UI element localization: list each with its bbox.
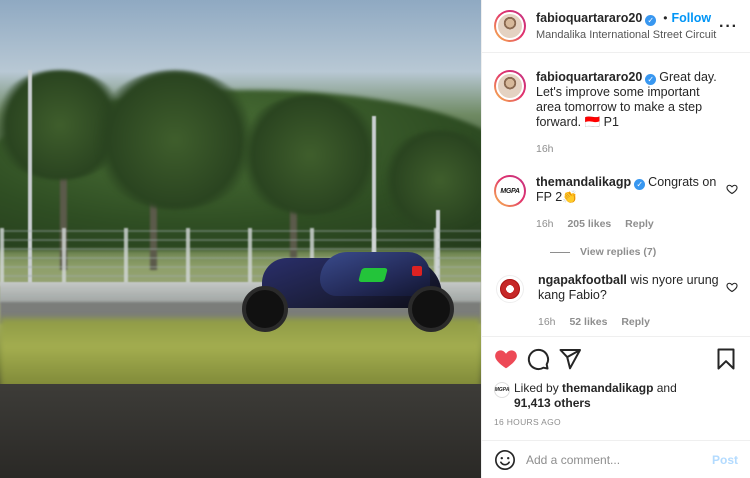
comment-input[interactable] bbox=[526, 452, 696, 467]
emoji-icon[interactable] bbox=[494, 449, 516, 471]
heart-outline-icon[interactable] bbox=[726, 281, 738, 293]
author-avatar[interactable] bbox=[494, 10, 526, 42]
commenter-avatar[interactable] bbox=[496, 275, 524, 303]
post-sidebar: fabioquartararo20 ✓ • Follow Mandalika Inte… bbox=[481, 0, 750, 478]
author-username[interactable]: fabioquartararo20 bbox=[536, 11, 642, 25]
post-actions: MGPA Liked by themandalikagp and 91,413 … bbox=[482, 336, 750, 427]
more-horizontal-icon[interactable]: ··· bbox=[719, 18, 738, 36]
liked-by-user[interactable]: themandalikagp bbox=[562, 381, 653, 395]
verified-badge-icon: ✓ bbox=[645, 74, 657, 85]
comment-item: ngapakfootball wis nyore urung kang Fabi… bbox=[494, 273, 738, 330]
caption: fabioquartararo20 ✓ Great day. Let's impro… bbox=[494, 70, 738, 157]
liked-by: MGPA Liked by themandalikagp and 91,413 … bbox=[494, 381, 738, 411]
comment-likes[interactable]: 52 likes bbox=[569, 316, 607, 328]
comment-username[interactable]: ngapakfootball bbox=[538, 273, 627, 287]
caption-avatar[interactable] bbox=[494, 70, 526, 102]
comment-item: MGPA themandalikagp ✓ Congrats on FP 2👏 16… bbox=[494, 175, 738, 232]
caption-username[interactable]: fabioquartararo20 bbox=[536, 70, 642, 84]
comments-list[interactable]: fabioquartararo20 ✓ Great day. Let's impro… bbox=[482, 54, 750, 336]
reply-button[interactable]: Reply bbox=[625, 218, 654, 230]
post-timestamp[interactable]: 16 HOURS AGO bbox=[494, 417, 738, 427]
rear-wheel bbox=[242, 286, 288, 332]
action-icons bbox=[494, 347, 738, 371]
motorcycle-rider bbox=[242, 252, 458, 332]
instagram-post: fabioquartararo20 ✓ • Follow Mandalika Inte… bbox=[0, 0, 750, 478]
heart-filled-icon[interactable] bbox=[494, 347, 518, 371]
comment-username[interactable]: themandalikagp bbox=[536, 175, 631, 189]
photo-palm bbox=[235, 95, 385, 215]
verified-badge-icon: ✓ bbox=[634, 179, 646, 190]
post-comment-button[interactable]: Post bbox=[712, 453, 738, 467]
share-icon[interactable] bbox=[558, 347, 582, 371]
replies-line bbox=[550, 251, 570, 253]
comment-icon[interactable] bbox=[526, 347, 550, 371]
comment-time[interactable]: 16h bbox=[538, 316, 556, 328]
separator-dot: • bbox=[663, 10, 668, 25]
liked-by-prefix: Liked by bbox=[514, 381, 559, 395]
follow-button[interactable]: Follow bbox=[671, 11, 711, 25]
photo-palm bbox=[90, 70, 260, 210]
photo-grass bbox=[0, 318, 481, 390]
front-wheel bbox=[408, 286, 454, 332]
post-location[interactable]: Mandalika International Street Circuit bbox=[536, 27, 716, 43]
reply-button[interactable]: Reply bbox=[621, 316, 650, 328]
liked-by-and: and bbox=[656, 381, 677, 395]
header-meta: fabioquartararo20 ✓ • Follow Mandalika Inte… bbox=[536, 10, 716, 43]
view-replies-label[interactable]: View replies (7) bbox=[580, 246, 656, 258]
view-replies-button[interactable]: View replies (7) bbox=[550, 246, 738, 258]
monster-logo bbox=[358, 268, 388, 282]
heart-outline-icon[interactable] bbox=[726, 183, 738, 195]
photo-tarmac bbox=[0, 384, 481, 478]
verified-badge-icon: ✓ bbox=[645, 14, 657, 26]
comment-likes[interactable]: 205 likes bbox=[567, 218, 611, 230]
post-photo[interactable] bbox=[0, 0, 481, 478]
red-decal bbox=[412, 266, 422, 276]
liked-by-avatar[interactable]: MGPA bbox=[494, 382, 510, 398]
bookmark-icon[interactable] bbox=[714, 347, 738, 371]
post-header: fabioquartararo20 ✓ • Follow Mandalika Inte… bbox=[482, 0, 750, 53]
likes-count[interactable]: 91,413 others bbox=[514, 396, 591, 410]
football-icon bbox=[500, 279, 520, 299]
add-comment-bar: Post bbox=[482, 440, 750, 478]
commenter-avatar[interactable]: MGPA bbox=[494, 175, 526, 207]
caption-time[interactable]: 16h bbox=[536, 143, 554, 155]
comment-time[interactable]: 16h bbox=[536, 218, 554, 230]
